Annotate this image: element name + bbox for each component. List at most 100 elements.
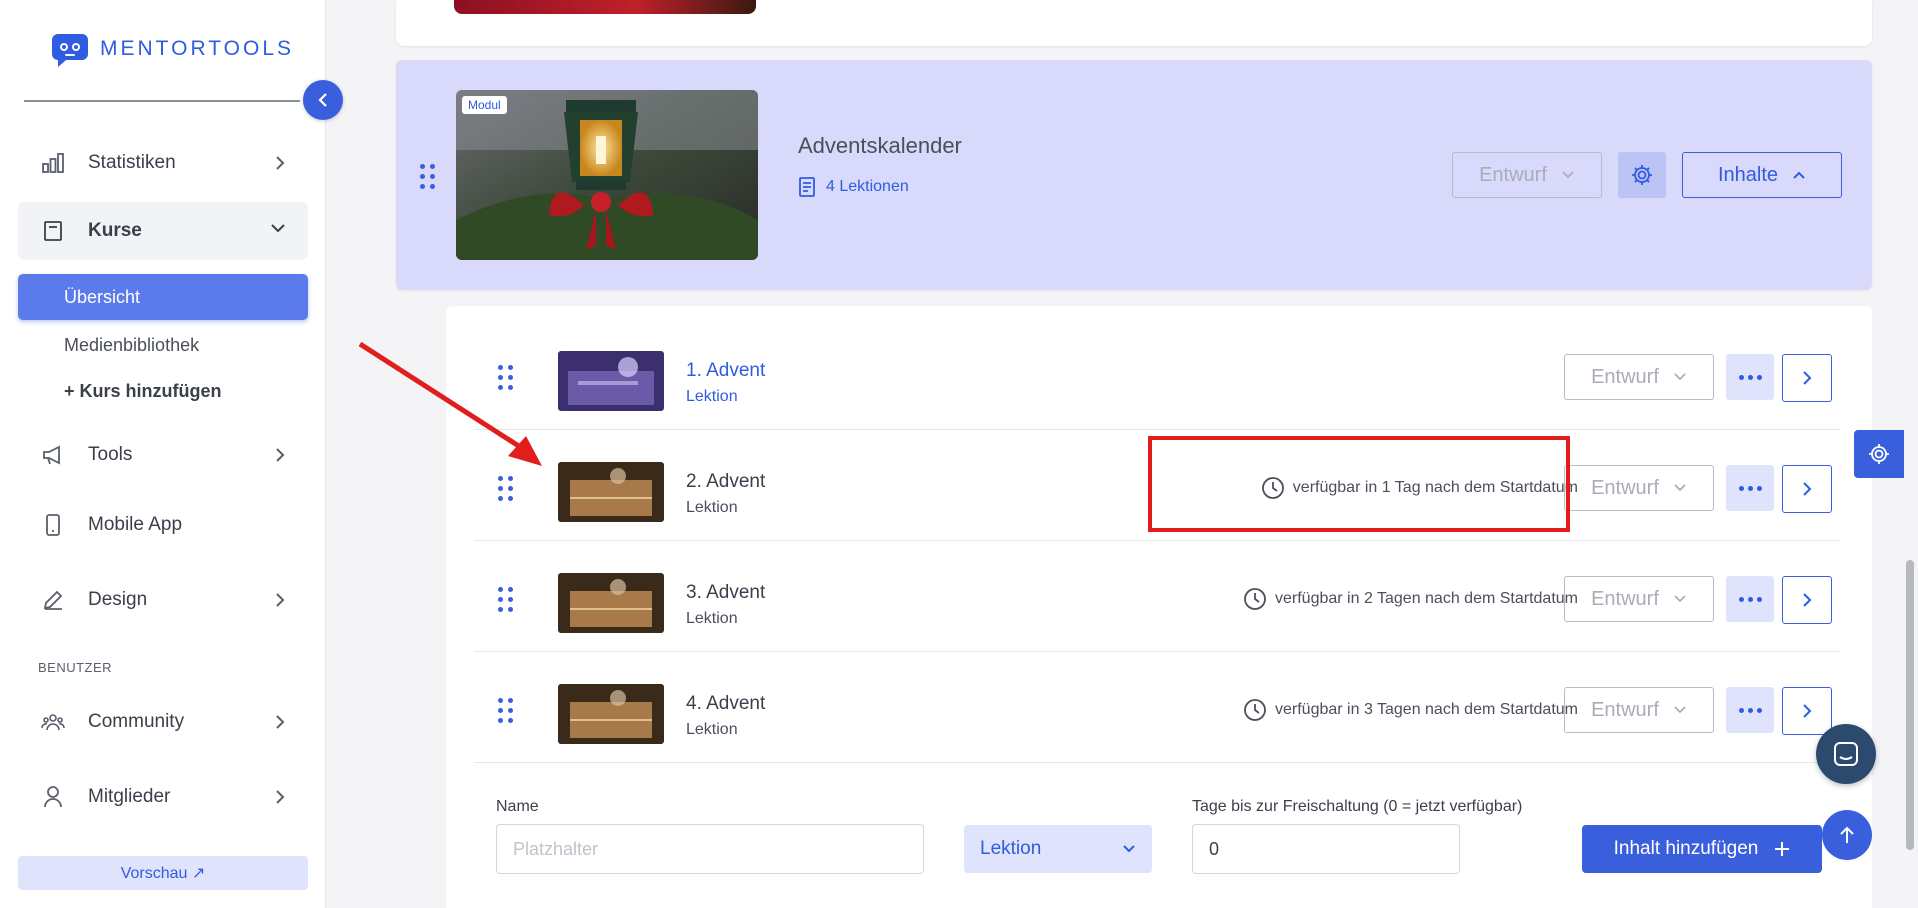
chevron-right-icon	[276, 156, 285, 170]
module-image	[454, 0, 756, 14]
sidebar-item-community[interactable]: Community	[18, 697, 308, 747]
drag-handle-icon[interactable]	[498, 698, 513, 723]
module-image: Modul	[456, 90, 758, 260]
contents-label: Inhalte	[1717, 163, 1779, 186]
chevron-right-icon	[1803, 593, 1812, 607]
lesson-status-select[interactable]: Entwurf	[1564, 576, 1714, 622]
sidebar-item-statistiken[interactable]: Statistiken	[18, 138, 308, 188]
robot-logo-icon	[52, 34, 88, 67]
chevron-right-icon	[276, 448, 285, 462]
days-field-label: Tage bis zur Freischaltung (0 = jetzt ve…	[1192, 798, 1523, 815]
sidebar-item-label: Design	[88, 589, 148, 610]
availability-info: verfügbar in 2 Tagen nach dem Startdatum	[1243, 587, 1578, 611]
open-lesson-button[interactable]	[1782, 687, 1832, 735]
open-lesson-button[interactable]	[1782, 354, 1832, 402]
preview-button[interactable]: Vorschau ↗	[18, 856, 308, 890]
lesson-count-label: 4 Lektionen	[826, 178, 909, 195]
open-lesson-button[interactable]	[1782, 465, 1832, 513]
status-label: Entwurf	[1591, 365, 1659, 388]
sidebar-item-label: Tools	[88, 444, 133, 465]
red-arrow-annotation	[358, 341, 542, 466]
availability-info: verfügbar in 3 Tagen nach dem Startdatum	[1243, 698, 1578, 722]
open-lesson-button[interactable]	[1782, 576, 1832, 624]
sidebar-divider	[24, 100, 300, 102]
gear-icon	[1632, 165, 1652, 185]
drag-handle-icon[interactable]	[420, 164, 435, 189]
chevron-down-icon	[1562, 171, 1574, 179]
add-content-button[interactable]: Inhalt hinzufügen	[1582, 825, 1822, 873]
status-label: Entwurf	[1591, 698, 1659, 721]
chevron-down-icon	[1674, 595, 1686, 603]
module-status-select[interactable]: Entwurf	[1452, 152, 1602, 198]
module-contents-toggle[interactable]: Inhalte	[1682, 152, 1842, 198]
user-icon	[38, 785, 68, 809]
document-icon	[799, 177, 815, 197]
lesson-status-select[interactable]: Entwurf	[1564, 687, 1714, 733]
lantern-image	[456, 90, 758, 260]
chevron-right-icon	[276, 790, 285, 804]
brand-logo[interactable]: MENTORTOOLS	[50, 30, 294, 68]
floating-settings-button[interactable]	[1854, 430, 1904, 478]
sidebar-item-label: Kurse	[88, 220, 142, 241]
sidebar-item-label: Statistiken	[88, 152, 176, 173]
sidebar-subitem-medienbibliothek[interactable]: Medienbibliothek	[18, 322, 308, 368]
sidebar-subitem-label: Übersicht	[64, 286, 141, 307]
sidebar-item-mitglieder[interactable]: Mitglieder	[18, 772, 308, 822]
chat-icon	[1834, 742, 1858, 766]
lesson-title[interactable]: 1. Advent	[686, 360, 765, 382]
clock-icon	[1244, 588, 1266, 610]
module-title[interactable]: Adventskalender	[798, 133, 962, 159]
scroll-to-top-button[interactable]	[1822, 810, 1872, 860]
sidebar-item-design[interactable]: Design	[18, 575, 308, 625]
more-options-button[interactable]	[1726, 354, 1774, 400]
lesson-type: Lektion	[686, 388, 738, 405]
lesson-type: Lektion	[686, 721, 738, 738]
lesson-status-select[interactable]: Entwurf	[1564, 354, 1714, 400]
lesson-title[interactable]: 3. Advent	[686, 582, 765, 604]
lesson-title[interactable]: 2. Advent	[686, 471, 765, 493]
sidebar-item-mobile-app[interactable]: Mobile App	[18, 500, 308, 550]
gear-icon	[1869, 444, 1889, 464]
more-options-button[interactable]	[1726, 465, 1774, 511]
days-input[interactable]: 0	[1192, 824, 1460, 874]
more-options-button[interactable]	[1726, 576, 1774, 622]
sidebar: MENTORTOOLS Statistiken Kurse Übersicht …	[0, 0, 326, 908]
sidebar-item-label: Mitglieder	[88, 786, 171, 807]
module-badge: Modul	[462, 96, 507, 114]
chat-launcher-button[interactable]	[1816, 724, 1876, 784]
chevron-down-icon	[1674, 373, 1686, 381]
clock-icon	[1244, 699, 1266, 721]
lesson-title[interactable]: 4. Advent	[686, 693, 765, 715]
name-input[interactable]: Platzhalter	[496, 824, 924, 874]
lesson-row: 1. Advent Lektion Entwurf	[474, 320, 1840, 430]
sidebar-item-kurse[interactable]: Kurse	[18, 202, 308, 260]
more-options-button[interactable]	[1726, 687, 1774, 733]
scrollbar-thumb[interactable]	[1906, 560, 1914, 850]
arrow-up-icon	[1840, 826, 1854, 843]
chevron-right-icon	[1803, 371, 1812, 385]
bar-chart-icon	[38, 152, 68, 174]
drag-handle-icon[interactable]	[498, 476, 513, 501]
lesson-count: 4 Lektionen	[798, 176, 909, 198]
pencil-edit-icon	[38, 589, 68, 611]
lesson-thumbnail	[558, 573, 664, 633]
status-label: Entwurf	[1591, 587, 1659, 610]
add-content-label: Inhalt hinzufügen	[1613, 838, 1759, 859]
add-course-link[interactable]: + Kurs hinzufügen	[18, 368, 308, 414]
plus-icon	[1775, 842, 1790, 856]
sidebar-item-label: Community	[88, 711, 185, 732]
content-type-select[interactable]: Lektion	[964, 825, 1152, 873]
module-card: Modul Adventskalender 4 Lektionen Entwur…	[396, 60, 1872, 290]
lesson-thumbnail	[558, 684, 664, 744]
highlight-annotation-box	[1148, 436, 1570, 532]
lesson-status-select[interactable]: Entwurf	[1564, 465, 1714, 511]
drag-handle-icon[interactable]	[498, 587, 513, 612]
lesson-thumbnail	[558, 462, 664, 522]
module-settings-button[interactable]	[1618, 152, 1666, 198]
chevron-down-icon	[1674, 484, 1686, 492]
sidebar-collapse-button[interactable]	[303, 80, 343, 120]
sidebar-subitem-uebersicht[interactable]: Übersicht	[18, 274, 308, 320]
chevron-right-icon	[1803, 482, 1812, 496]
availability-text: verfügbar in 3 Tagen nach dem Startdatum	[1275, 701, 1578, 718]
sidebar-item-tools[interactable]: Tools	[18, 430, 308, 480]
